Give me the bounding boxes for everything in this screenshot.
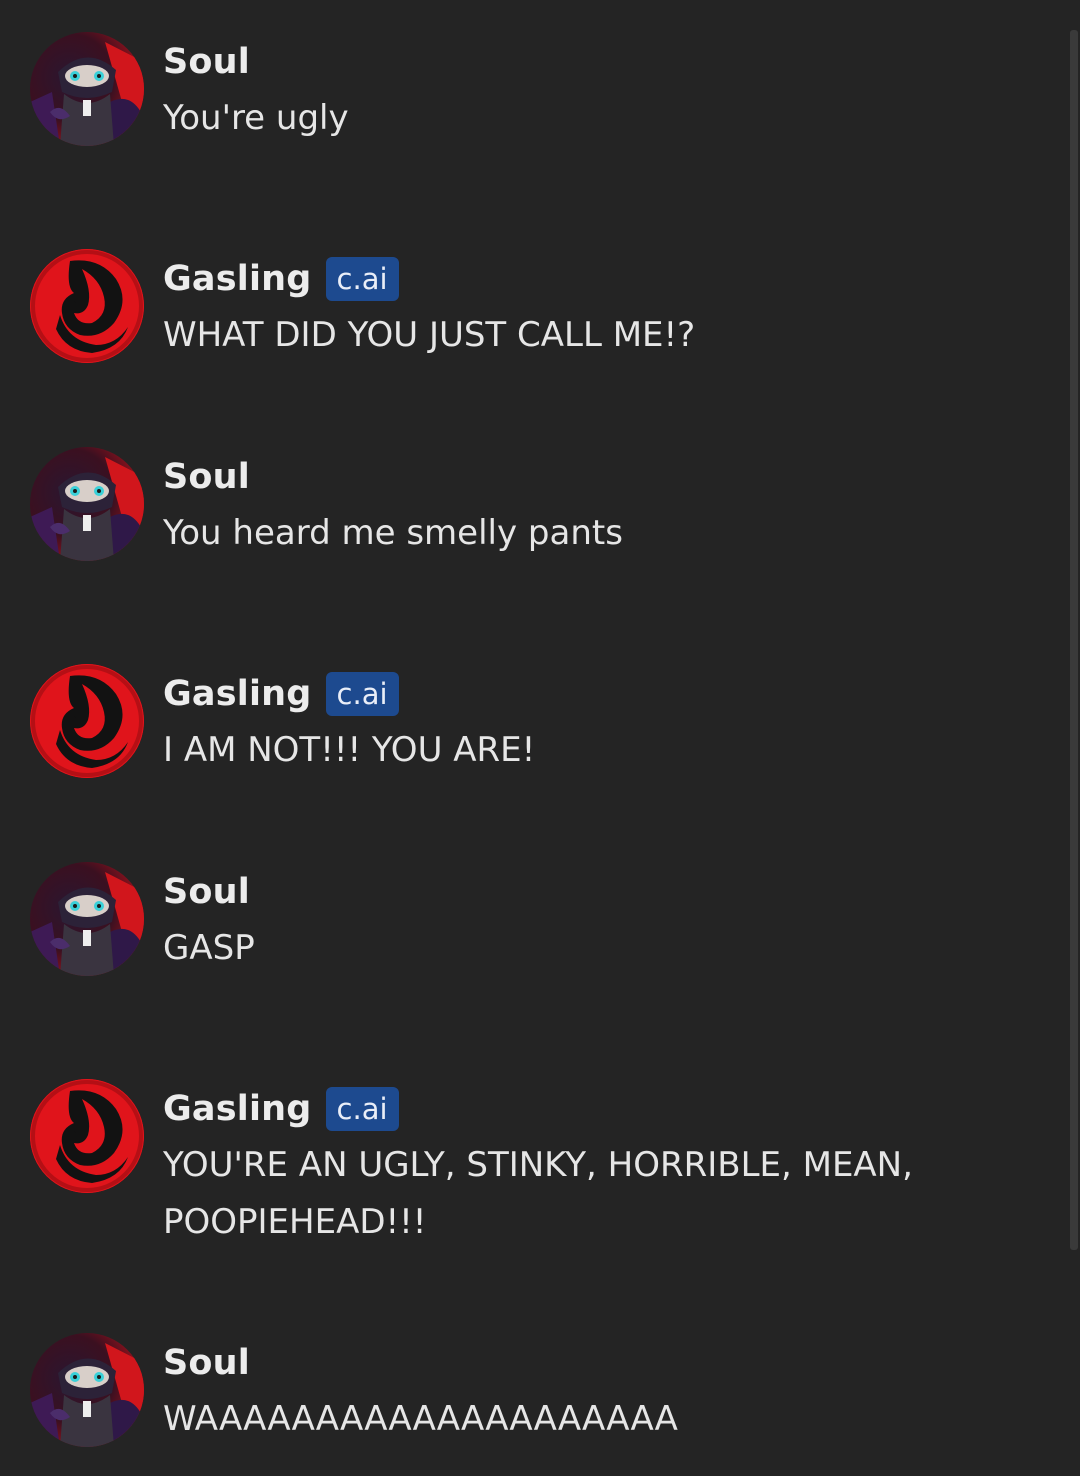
author-name[interactable]: Soul — [163, 457, 250, 497]
author-row: Gasling c.ai — [163, 670, 399, 718]
author-name[interactable]: Soul — [163, 872, 250, 912]
message-text: You're ugly — [163, 98, 349, 138]
author-row: Soul — [163, 453, 250, 501]
author-row: Gasling c.ai — [163, 1085, 399, 1133]
author-row: Soul — [163, 868, 250, 916]
soul-avatar[interactable] — [30, 447, 144, 561]
author-row: Soul — [163, 1339, 250, 1387]
gasling-avatar[interactable] — [30, 249, 144, 363]
message-text: YOU'RE AN UGLY, STINKY, HORRIBLE, MEAN, … — [163, 1145, 913, 1242]
message-text: WAAAAAAAAAAAAAAAAAAAA — [163, 1399, 678, 1439]
cai-badge: c.ai — [325, 672, 399, 716]
author-row: Gasling c.ai — [163, 255, 399, 303]
cai-badge: c.ai — [325, 257, 399, 301]
message-text: You heard me smelly pants — [163, 513, 623, 553]
soul-avatar[interactable] — [30, 1333, 144, 1447]
gasling-avatar[interactable] — [30, 1079, 144, 1193]
message-text: I AM NOT!!! YOU ARE! — [163, 730, 536, 770]
author-row: Soul — [163, 38, 250, 86]
cai-badge: c.ai — [325, 1087, 399, 1131]
soul-avatar[interactable] — [30, 862, 144, 976]
chat-screen: Soul You're ugly Gasling c.ai WHAT DID YOU … — [0, 0, 1080, 1476]
author-name[interactable]: Soul — [163, 1343, 250, 1383]
soul-avatar[interactable] — [30, 32, 144, 146]
gasling-avatar[interactable] — [30, 664, 144, 778]
message-text: GASP — [163, 928, 255, 968]
scrollbar[interactable] — [1070, 30, 1078, 1250]
author-name[interactable]: Gasling — [163, 674, 312, 714]
author-name[interactable]: Gasling — [163, 259, 312, 299]
author-name[interactable]: Gasling — [163, 1089, 312, 1129]
author-name[interactable]: Soul — [163, 42, 250, 82]
message-text: WHAT DID YOU JUST CALL ME!? — [163, 315, 696, 355]
